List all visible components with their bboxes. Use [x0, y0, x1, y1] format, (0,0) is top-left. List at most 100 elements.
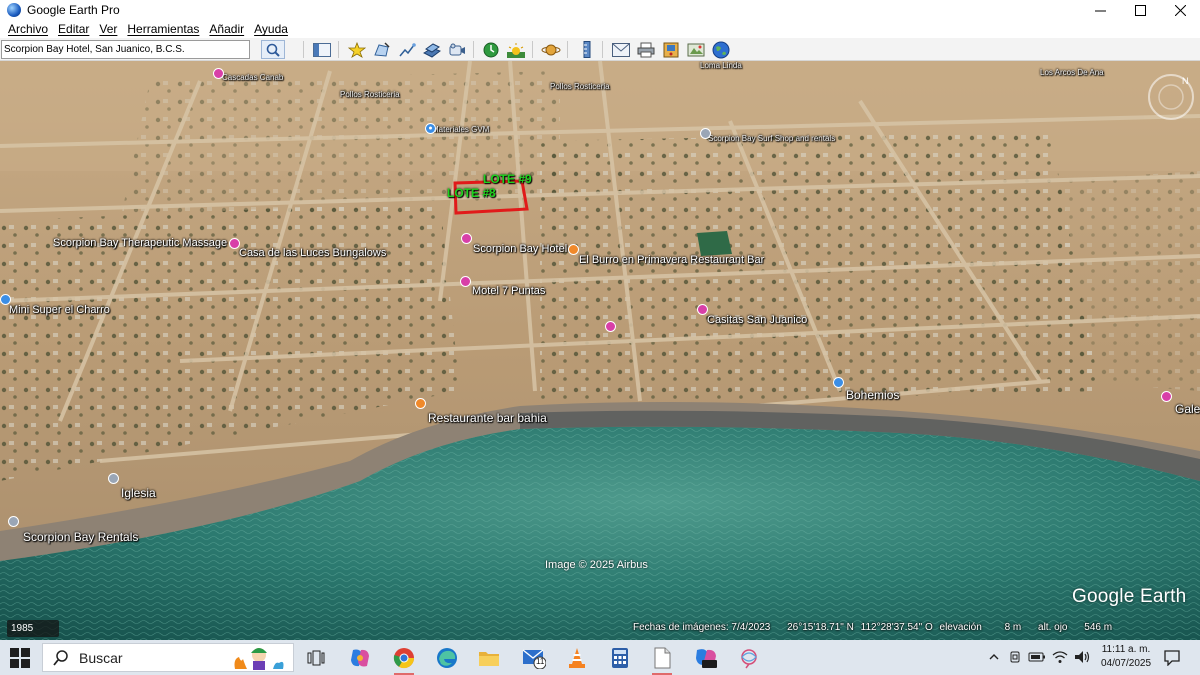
bohemios-label: Bohemios	[846, 388, 900, 402]
search-icon	[53, 649, 68, 666]
maximize-icon	[1134, 4, 1146, 16]
sidebar-toggle-button[interactable]	[311, 40, 332, 59]
restaurant-pin-icon[interactable]	[568, 244, 579, 255]
add-polygon-button[interactable]	[371, 40, 392, 59]
place-label: Loma Linda	[700, 61, 742, 70]
planets-icon	[541, 44, 560, 55]
close-button[interactable]	[1160, 0, 1200, 20]
calculator-button[interactable]	[607, 645, 633, 671]
map-viewport[interactable]: LOTE #9 LOTE #8 Cascadas Canab Pollos Ro…	[0, 61, 1200, 640]
print-button[interactable]	[635, 40, 656, 59]
wifi-icon[interactable]	[1052, 650, 1068, 664]
close-icon	[1174, 4, 1186, 16]
search-icon	[266, 43, 280, 57]
copilot-button[interactable]	[347, 645, 373, 671]
casa-luces-label: Casa de las Luces Bungalows	[239, 247, 387, 259]
menu-anadir[interactable]: Añadir	[209, 22, 244, 36]
taskbar-clock[interactable]: 11:11 a. m. 04/07/2025	[1097, 643, 1155, 671]
historical-year-indicator[interactable]: 1985	[7, 620, 59, 637]
volume-icon[interactable]	[1074, 650, 1090, 664]
lodging-pin-icon[interactable]	[213, 68, 224, 79]
church-pin-icon[interactable]	[108, 473, 119, 484]
menu-herramientas[interactable]: Herramientas	[127, 22, 199, 36]
record-tour-button[interactable]	[446, 40, 467, 59]
lodging-pin-icon[interactable]	[1161, 391, 1172, 402]
copilot-icon	[351, 649, 369, 667]
lote-8-label: LOTE #8	[447, 186, 496, 200]
taskbar-search-placeholder: Buscar	[79, 649, 123, 666]
add-placemark-button[interactable]	[346, 40, 367, 59]
vlc-icon	[569, 648, 585, 668]
teams-icon	[696, 649, 717, 668]
google-earth-app-icon	[7, 3, 21, 17]
bar-pin-icon[interactable]	[833, 377, 844, 388]
eye-altitude-value: 546 m	[1084, 622, 1113, 633]
navigation-compass-icon[interactable]: N	[1146, 72, 1196, 122]
email-button[interactable]	[610, 40, 631, 59]
save-image-button[interactable]	[660, 40, 681, 59]
historical-imagery-icon	[483, 42, 498, 57]
hotel-pin-icon[interactable]	[461, 233, 472, 244]
folder-icon	[479, 652, 499, 666]
print-icon	[637, 42, 654, 57]
clock-time: 11:11 a. m.	[1101, 644, 1151, 655]
latitude: 26°15'18.71" N	[787, 622, 854, 633]
battery-icon[interactable]	[1028, 651, 1046, 663]
add-image-overlay-button[interactable]	[421, 40, 442, 59]
calculator-icon	[612, 648, 628, 668]
search-input[interactable]	[1, 40, 250, 59]
satellite-imagery	[0, 61, 1200, 640]
notepad-button[interactable]	[649, 645, 675, 675]
restaurant-pin-icon[interactable]	[415, 398, 426, 409]
mail-badge: 11	[536, 657, 545, 666]
massage-label: Scorpion Bay Therapeutic Massage	[53, 237, 228, 249]
ruler-icon	[583, 41, 590, 58]
shop-pin-icon[interactable]	[700, 128, 711, 139]
sunlight-button[interactable]	[505, 40, 526, 59]
path-icon	[398, 42, 416, 56]
chevron-up-icon[interactable]	[988, 651, 1000, 663]
notifications-icon[interactable]	[1163, 648, 1181, 666]
view-in-maps-icon	[687, 43, 704, 56]
minimize-button[interactable]	[1080, 0, 1120, 20]
usb-device-icon[interactable]	[1008, 650, 1022, 664]
menu-bar: Archivo Editar Ver Herramientas Añadir A…	[0, 20, 1200, 38]
toolbar-separator	[567, 41, 568, 58]
mini-super-label: Mini Super el Charro	[9, 304, 110, 316]
lodging-pin-icon[interactable]	[605, 321, 616, 332]
file-explorer-button[interactable]	[476, 645, 502, 671]
view-in-maps-button[interactable]	[685, 40, 706, 59]
motel-pin-icon[interactable]	[460, 276, 471, 287]
toolbar-separator	[532, 41, 533, 58]
network-icon	[741, 649, 757, 669]
gale-label: Gale	[1175, 402, 1200, 416]
app-button[interactable]	[736, 645, 762, 671]
rentals-pin-icon[interactable]	[8, 516, 19, 527]
menu-ver[interactable]: Ver	[99, 22, 117, 36]
menu-ayuda[interactable]: Ayuda	[254, 22, 288, 36]
menu-archivo[interactable]: Archivo	[8, 22, 48, 36]
chrome-icon	[393, 648, 415, 669]
search-button[interactable]	[261, 40, 285, 59]
menu-editar[interactable]: Editar	[58, 22, 89, 36]
earth-button[interactable]	[710, 40, 731, 59]
historical-imagery-button[interactable]	[480, 40, 501, 59]
taskbar-search-box[interactable]: Buscar	[42, 643, 294, 672]
edge-button[interactable]	[434, 645, 460, 671]
chrome-button[interactable]	[391, 645, 417, 675]
maximize-button[interactable]	[1120, 0, 1160, 20]
surfshop-label: Scorpion Bay Surf Shop and rentals	[708, 134, 836, 143]
store-pin-icon[interactable]: ●	[425, 123, 436, 134]
sunlight-icon	[506, 42, 525, 58]
ruler-button[interactable]	[576, 40, 597, 59]
planets-button[interactable]	[540, 40, 561, 59]
add-path-button[interactable]	[396, 40, 417, 59]
mail-button[interactable]: 11	[521, 645, 547, 671]
longitude: 112°28'37.54" O	[860, 622, 933, 633]
task-view-button[interactable]	[303, 645, 329, 671]
teams-button[interactable]	[693, 645, 719, 671]
search-highlight-icon	[234, 648, 284, 670]
status-bar: Fechas de imágenes: 7/4/2023 26°15'18.71…	[633, 622, 1112, 633]
windows-start-icon[interactable]	[10, 648, 30, 668]
vlc-button[interactable]	[564, 645, 590, 671]
